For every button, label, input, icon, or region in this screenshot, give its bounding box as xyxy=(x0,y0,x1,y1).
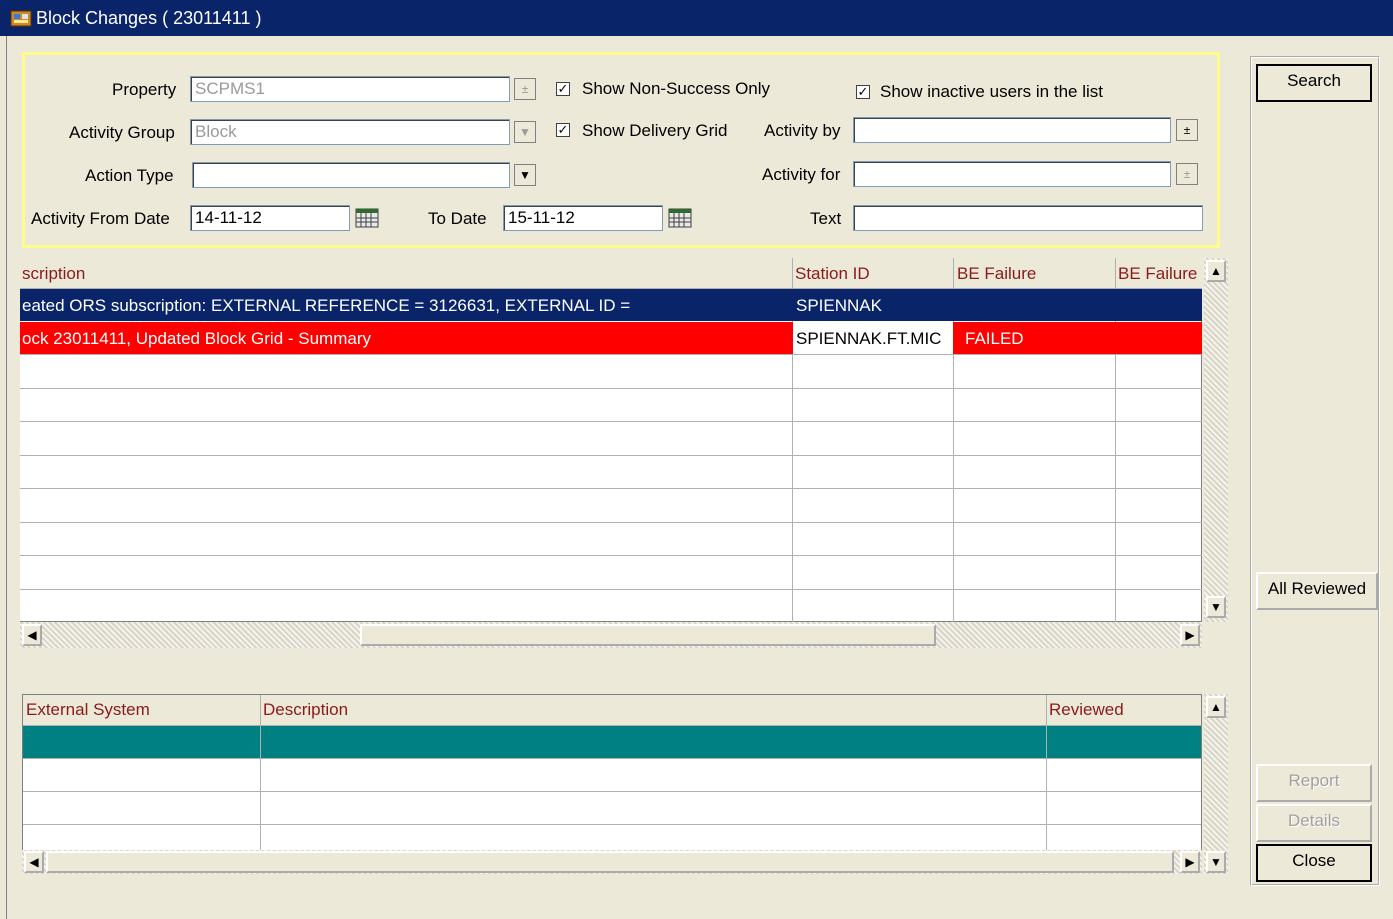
property-label: Property xyxy=(112,80,177,99)
row-divider xyxy=(20,589,1202,590)
all-reviewed-button[interactable]: All Reviewed xyxy=(1256,572,1378,610)
column-header-be-failure-2[interactable]: BE Failure xyxy=(1118,264,1202,284)
activity-group-label: Activity Group xyxy=(69,123,175,142)
title-bar: Block Changes ( 23011411 ) xyxy=(0,0,1393,36)
action-type-field[interactable] xyxy=(192,162,510,188)
row-divider xyxy=(20,455,1202,456)
row-divider xyxy=(23,824,1201,825)
activity-group-dropdown-button[interactable]: ▼ xyxy=(514,121,536,143)
scroll-left-button[interactable]: ◀ xyxy=(24,851,44,873)
window-title: Block Changes ( 23011411 ) xyxy=(36,8,262,28)
activity-by-lov-button[interactable]: ± xyxy=(1176,119,1198,141)
table-row[interactable] xyxy=(23,726,1201,758)
scroll-right-button[interactable]: ▶ xyxy=(1180,851,1200,873)
row-divider xyxy=(23,725,1201,726)
column-divider xyxy=(260,695,261,852)
text-label: Text xyxy=(810,209,842,228)
row-divider xyxy=(23,758,1201,759)
scroll-up-button[interactable]: ▲ xyxy=(1206,696,1226,718)
vertical-scrollbar[interactable] xyxy=(1204,258,1228,622)
row-divider xyxy=(20,488,1202,489)
scroll-down-button[interactable]: ▼ xyxy=(1206,851,1226,873)
activity-for-lov-button[interactable]: ± xyxy=(1176,163,1198,185)
scroll-down-button[interactable]: ▼ xyxy=(1206,596,1226,618)
button-panel xyxy=(1250,56,1380,886)
row-description: ock 23011411, Updated Block Grid - Summa… xyxy=(22,329,371,348)
scrollbar-thumb[interactable] xyxy=(46,851,1174,873)
row-station-id: SPIENNAK.FT.MIC xyxy=(796,329,942,348)
to-date-label: To Date xyxy=(428,209,487,228)
row-divider xyxy=(20,388,1202,389)
calendar-icon[interactable] xyxy=(668,207,692,229)
details-button[interactable]: Details xyxy=(1256,804,1372,842)
to-date-field[interactable]: 15-11-12 xyxy=(503,205,663,231)
vertical-scrollbar[interactable] xyxy=(1204,694,1228,874)
calendar-icon[interactable] xyxy=(355,207,379,229)
search-button[interactable]: Search xyxy=(1256,64,1372,102)
column-header-description[interactable]: scription xyxy=(22,264,86,284)
column-header-reviewed[interactable]: Reviewed xyxy=(1049,700,1124,720)
show-non-success-label: Show Non-Success Only xyxy=(582,79,771,98)
show-delivery-grid-label: Show Delivery Grid xyxy=(582,121,728,140)
show-inactive-users-label: Show inactive users in the list xyxy=(880,82,1103,101)
activity-for-label: Activity for xyxy=(762,165,841,184)
activity-for-field[interactable] xyxy=(853,161,1171,187)
column-divider xyxy=(1046,695,1047,852)
row-description: eated ORS subscription: EXTERNAL REFEREN… xyxy=(22,296,631,315)
activity-by-field[interactable] xyxy=(853,117,1171,143)
column-header-be-failure[interactable]: BE Failure xyxy=(957,264,1037,284)
row-divider xyxy=(20,354,1202,355)
activity-from-date-label: Activity From Date xyxy=(31,209,170,228)
property-field[interactable]: SCPMS1 xyxy=(190,76,510,102)
scroll-up-button[interactable]: ▲ xyxy=(1206,260,1226,282)
scroll-left-button[interactable]: ◀ xyxy=(22,624,42,646)
row-be-failure: FAILED xyxy=(965,329,1024,348)
property-lov-button[interactable]: ± xyxy=(514,78,536,100)
row-divider xyxy=(20,522,1202,523)
column-header-station-id[interactable]: Station ID xyxy=(795,264,870,284)
show-inactive-users-checkbox[interactable]: ✓ xyxy=(856,85,870,99)
activity-by-label: Activity by xyxy=(764,121,841,140)
show-delivery-grid-checkbox[interactable]: ✓ xyxy=(556,123,570,137)
column-header-description[interactable]: Description xyxy=(263,700,349,720)
row-station-id: SPIENNAK xyxy=(796,296,882,315)
row-divider xyxy=(23,791,1201,792)
activity-from-date-field[interactable]: 14-11-12 xyxy=(190,205,350,231)
row-divider xyxy=(20,555,1202,556)
show-non-success-checkbox[interactable]: ✓ xyxy=(556,82,570,96)
scrollbar-thumb[interactable] xyxy=(360,624,936,646)
report-button[interactable]: Report xyxy=(1256,764,1372,802)
row-divider xyxy=(20,421,1202,422)
text-field[interactable] xyxy=(853,205,1203,231)
close-button[interactable]: Close xyxy=(1256,844,1372,882)
column-header-external-system[interactable]: External System xyxy=(26,700,150,720)
action-type-dropdown-button[interactable]: ▼ xyxy=(514,164,536,186)
delivery-grid-header xyxy=(23,695,1201,725)
action-type-label: Action Type xyxy=(85,166,174,185)
activity-group-field[interactable]: Block xyxy=(190,119,510,145)
scroll-right-button[interactable]: ▶ xyxy=(1180,624,1200,646)
app-icon xyxy=(10,10,32,27)
